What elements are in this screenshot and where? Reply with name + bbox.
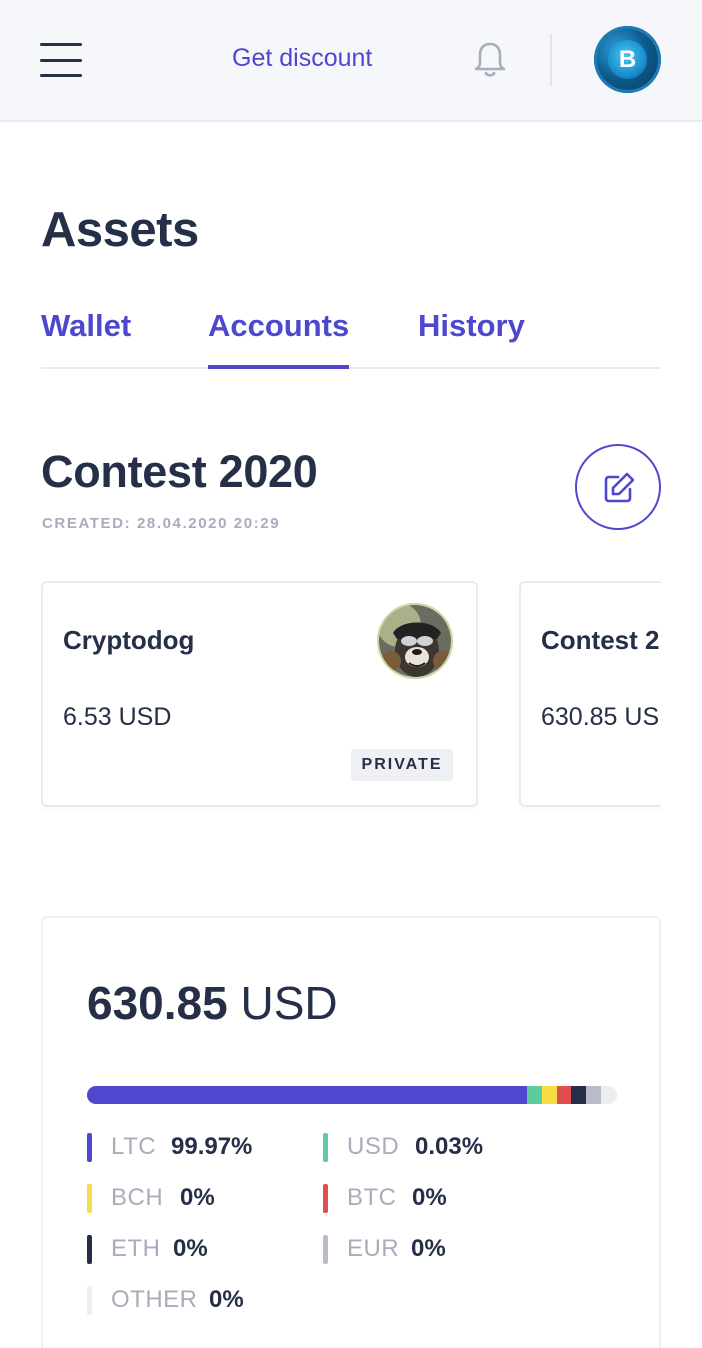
- legend-pct: 0%: [180, 1184, 215, 1211]
- legend-code: USD: [347, 1133, 400, 1160]
- bitcoin-avatar-icon[interactable]: B: [594, 26, 661, 93]
- allocation-segment-usd: [526, 1086, 542, 1104]
- legend-code: EUR: [347, 1235, 400, 1262]
- portfolio-currency: USD: [240, 977, 338, 1029]
- hamburger-icon[interactable]: [40, 43, 84, 77]
- legend-code: ETH: [111, 1235, 161, 1262]
- account-cards: Cryptodog 6.53 USD PRIVATE Contest 2 630…: [41, 581, 661, 811]
- account-balance: 630.85 USD: [541, 703, 661, 731]
- legend-code: BTC: [347, 1184, 397, 1211]
- legend-pct: 0%: [209, 1286, 244, 1313]
- portfolio-panel: 630.85 USD LTC 99.97% USD 0.03% BCH 0% B…: [41, 916, 661, 1348]
- page-title: Assets: [41, 203, 199, 257]
- account-group-created: CREATED: 28.04.2020 20:29: [42, 515, 281, 532]
- account-name: Cryptodog: [63, 625, 195, 655]
- tabs: Wallet Accounts History: [41, 308, 661, 369]
- avatar-symbol: B: [608, 40, 647, 79]
- edit-button[interactable]: [575, 444, 661, 530]
- legend-pct: 99.97%: [171, 1133, 253, 1160]
- tab-history[interactable]: History: [418, 308, 525, 369]
- legend-swatch: [87, 1184, 92, 1213]
- legend-code: BCH: [111, 1184, 164, 1211]
- allocation-segment-eur: [586, 1086, 602, 1104]
- header-divider: [550, 34, 552, 86]
- account-name: Contest 2: [541, 625, 660, 655]
- allocation-segment-other: [601, 1086, 617, 1104]
- portfolio-amount: 630.85: [87, 977, 228, 1029]
- private-badge: PRIVATE: [351, 749, 453, 781]
- legend-swatch: [323, 1184, 328, 1213]
- legend-code: LTC: [111, 1133, 157, 1160]
- legend-swatch: [323, 1133, 328, 1162]
- portfolio-total: 630.85 USD: [87, 976, 338, 1030]
- dog-avatar-icon: [377, 603, 453, 679]
- tab-wallet[interactable]: Wallet: [41, 308, 131, 369]
- legend-swatch: [87, 1286, 92, 1315]
- allocation-segment-eth: [571, 1086, 587, 1104]
- allocation-segment-bch: [541, 1086, 557, 1104]
- legend-pct: 0%: [173, 1235, 208, 1262]
- legend-pct: 0%: [412, 1184, 447, 1211]
- allocation-segment-ltc: [87, 1086, 527, 1104]
- account-card[interactable]: Contest 2 630.85 USD: [519, 581, 661, 807]
- account-card[interactable]: Cryptodog 6.53 USD PRIVATE: [41, 581, 478, 807]
- tab-accounts[interactable]: Accounts: [208, 308, 350, 369]
- allocation-segment-btc: [556, 1086, 572, 1104]
- legend-pct: 0%: [411, 1235, 446, 1262]
- legend-swatch: [323, 1235, 328, 1264]
- legend-swatch: [87, 1133, 92, 1162]
- legend-code: OTHER: [111, 1286, 198, 1313]
- allocation-bar: [87, 1086, 617, 1104]
- legend-pct: 0.03%: [415, 1133, 484, 1160]
- legend-swatch: [87, 1235, 92, 1264]
- account-group-title: Contest 2020: [41, 446, 318, 497]
- top-bar: Get discount B: [0, 0, 702, 122]
- account-balance: 6.53 USD: [63, 703, 172, 731]
- bell-icon[interactable]: [472, 41, 508, 79]
- get-discount-link[interactable]: Get discount: [232, 44, 372, 73]
- edit-icon: [604, 472, 635, 503]
